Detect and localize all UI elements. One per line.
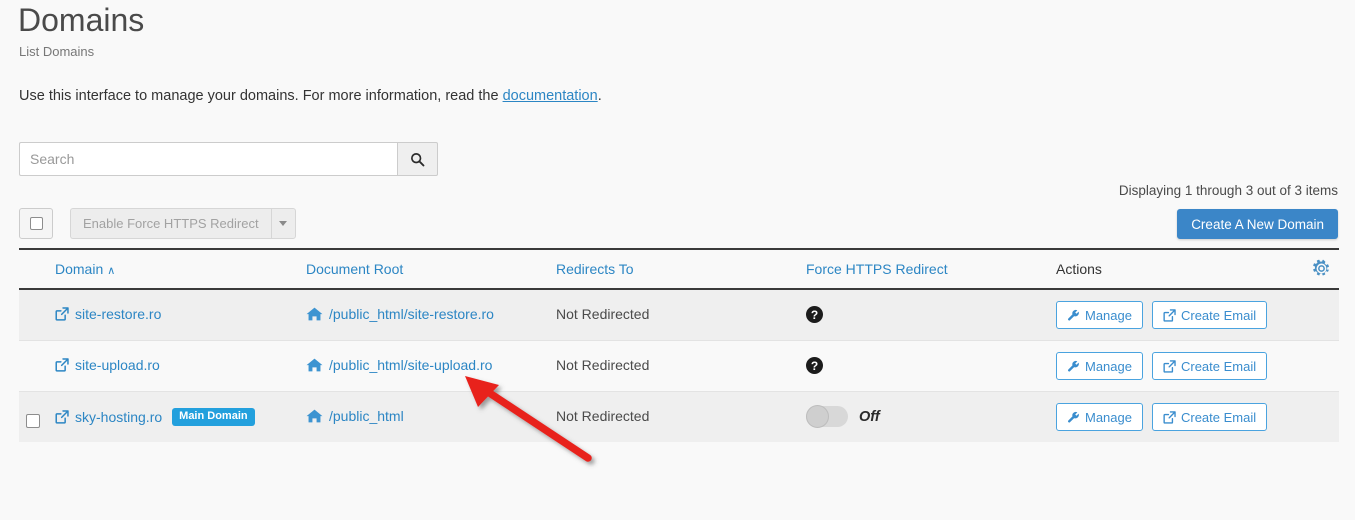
external-link-icon [55,410,69,424]
manage-label: Manage [1085,358,1132,374]
domain-name: site-restore.ro [75,306,162,322]
table-row: sky-hosting.ro Main Domain /public_html … [19,392,1339,442]
sort-asc-icon: ∧ [107,265,116,277]
cell-domain: site-upload.ro [55,357,160,373]
external-link-icon [1163,308,1176,322]
enable-force-https-redirect-button[interactable]: Enable Force HTTPS Redirect [70,208,271,239]
cell-redirects-to: Not Redirected [556,306,650,322]
manage-label: Manage [1085,307,1132,323]
cell-redirects-to: Not Redirected [556,357,650,373]
bulk-action-dropdown-button[interactable] [270,208,296,239]
breadcrumb: List Domains [19,44,95,59]
domain-link[interactable]: site-restore.ro [55,306,161,322]
intro-text-after: . [597,88,602,104]
search-bar [19,142,438,176]
column-header-redirects-to[interactable]: Redirects To [556,261,634,277]
toggle-state-label: Off [859,408,880,425]
domains-table: Domain ∧ Document Root Redirects To Force… [19,248,1339,442]
column-header-domain[interactable]: Domain ∧ [55,261,115,277]
domain-name: sky-hosting.ro [75,409,163,425]
force-https-toggle-wrap: Off [806,405,880,428]
create-email-button[interactable]: Create Email [1151,352,1268,380]
chevron-down-icon [279,221,288,226]
cell-force-https-redirect: ? [806,306,823,323]
table-row: site-upload.ro /public_html/site-upload.… [19,341,1339,392]
cell-actions: Manage Create Email [1056,301,1276,329]
cell-redirects-to: Not Redirected [556,408,650,424]
home-icon [306,306,323,322]
manage-button[interactable]: Manage [1056,301,1143,329]
page-title: Domains [18,2,145,38]
wrench-icon [1067,360,1080,373]
table-row: site-restore.ro /public_html/site-restor… [19,290,1339,341]
create-email-label: Create Email [1180,358,1257,374]
cell-actions: Manage Create Email [1056,403,1276,431]
cell-domain: site-restore.ro [55,306,161,322]
column-header-domain-label: Domain [55,261,104,277]
document-root-link[interactable]: /public_html/site-upload.ro [306,357,492,373]
question-circle-icon[interactable]: ? [806,357,823,374]
wrench-icon [1067,411,1080,424]
gear-icon [1312,259,1331,282]
document-root-path: /public_html/site-restore.ro [329,306,494,322]
external-link-icon [55,358,69,372]
document-root-path: /public_html/site-upload.ro [329,357,493,373]
checkbox-box-icon [26,414,40,428]
external-link-icon [1163,359,1176,373]
question-circle-icon[interactable]: ? [806,306,823,323]
main-domain-badge: Main Domain [172,408,255,426]
domain-link[interactable]: site-upload.ro [55,357,160,373]
search-input[interactable] [19,142,397,176]
manage-label: Manage [1085,409,1132,425]
document-root-link[interactable]: /public_html [306,408,404,424]
search-icon [410,152,425,167]
home-icon [306,357,323,373]
cell-actions: Manage Create Email [1056,352,1276,380]
cell-force-https-redirect: ? [806,357,823,374]
table-header-row: Domain ∧ Document Root Redirects To Force… [19,248,1339,290]
manage-button[interactable]: Manage [1056,403,1143,431]
select-all-checkbox[interactable] [19,208,53,239]
create-a-new-domain-button[interactable]: Create A New Domain [1177,209,1338,239]
domains-page: Domains List Domains Use this interface … [0,0,1355,520]
documentation-link[interactable]: documentation [503,88,598,104]
cell-document-root: /public_html/site-restore.ro [306,306,494,322]
domain-name: site-upload.ro [75,357,160,373]
table-settings-button[interactable] [1312,259,1331,278]
column-header-force-https-redirect[interactable]: Force HTTPS Redirect [806,261,948,277]
row-select-checkbox[interactable] [26,414,40,428]
create-email-label: Create Email [1180,409,1257,425]
cell-domain: sky-hosting.ro Main Domain [55,408,255,426]
toggle-knob [806,405,829,428]
intro-text: Use this interface to manage your domain… [19,88,602,104]
bulk-action-group: Enable Force HTTPS Redirect [70,208,296,239]
create-email-button[interactable]: Create Email [1151,403,1268,431]
create-email-label: Create Email [1180,307,1257,323]
document-root-path: /public_html [329,408,404,424]
search-button[interactable] [397,142,438,176]
cell-document-root: /public_html/site-upload.ro [306,357,492,373]
home-icon [306,408,323,424]
external-link-icon [55,307,69,321]
checkbox-box-icon [29,217,43,230]
intro-text-before: Use this interface to manage your domain… [19,88,503,104]
document-root-link[interactable]: /public_html/site-restore.ro [306,306,494,322]
manage-button[interactable]: Manage [1056,352,1143,380]
domain-link[interactable]: sky-hosting.ro [55,409,162,425]
create-email-button[interactable]: Create Email [1151,301,1268,329]
results-count: Displaying 1 through 3 out of 3 items [1118,183,1338,198]
external-link-icon [1163,410,1176,424]
force-https-toggle[interactable] [806,405,848,428]
column-header-actions: Actions [1056,261,1102,277]
wrench-icon [1067,309,1080,322]
cell-force-https-redirect: Off [806,405,880,428]
cell-document-root: /public_html [306,408,404,424]
column-header-document-root[interactable]: Document Root [306,261,403,277]
